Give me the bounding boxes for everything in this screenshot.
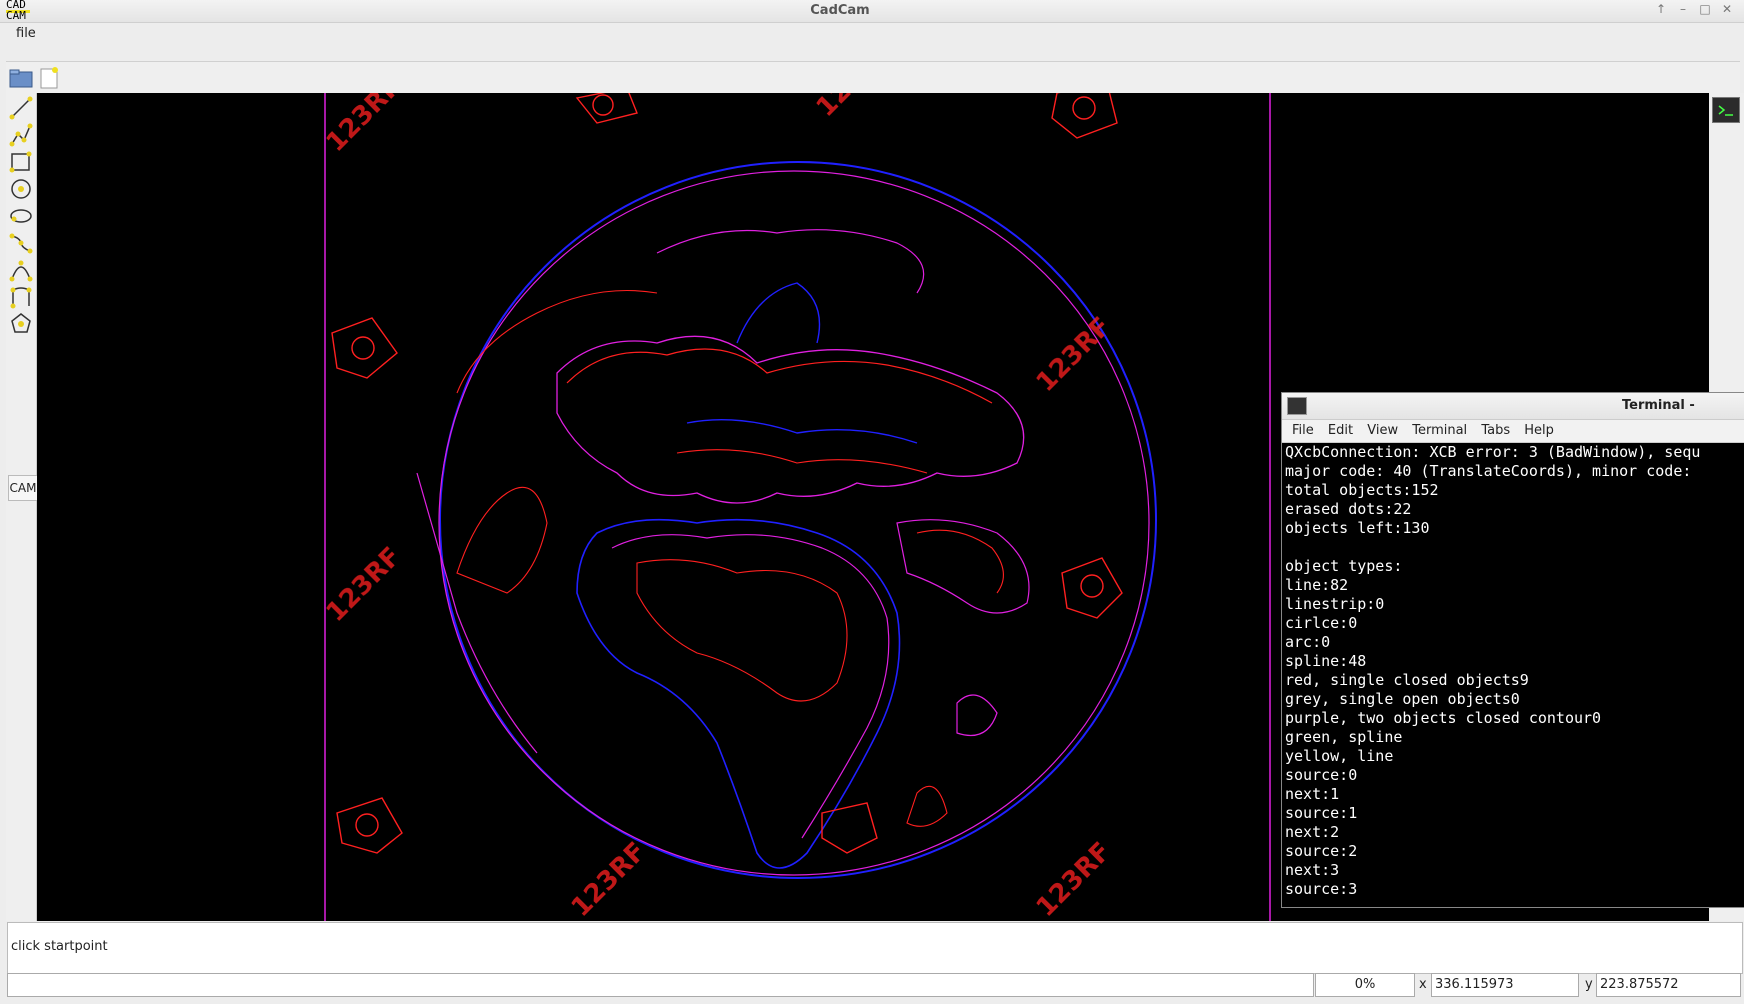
folder-open-icon[interactable] xyxy=(8,66,34,90)
terminal-line: source:2 xyxy=(1285,842,1358,860)
terminal-line: source:0 xyxy=(1285,766,1358,784)
window-controls: ↑ – □ ✕ xyxy=(1650,2,1738,16)
toolbar xyxy=(6,61,1740,94)
polyline-tool-icon[interactable] xyxy=(8,122,34,148)
terminal-menu-edit[interactable]: Edit xyxy=(1328,423,1353,438)
new-file-icon[interactable] xyxy=(36,66,62,90)
terminal-line: major code: 40 (TranslateCoords), minor … xyxy=(1285,462,1692,480)
terminal-title-bar[interactable]: Terminal - xyxy=(1282,393,1744,420)
terminal-line: source:1 xyxy=(1285,804,1358,822)
terminal-line: purple, two objects closed contour0 xyxy=(1285,709,1602,727)
terminal-line: yellow, line xyxy=(1285,747,1394,765)
rectangle-tool-icon[interactable] xyxy=(8,149,34,175)
minimize-icon[interactable]: – xyxy=(1672,2,1694,16)
y-label: y xyxy=(1585,977,1593,992)
terminal-line: next:1 xyxy=(1285,785,1340,803)
terminal-line: erased dots:22 xyxy=(1285,500,1412,518)
terminal-output[interactable]: QXcbConnection: XCB error: 3 (BadWindow)… xyxy=(1285,443,1744,905)
line-tool-icon[interactable] xyxy=(8,95,34,121)
terminal-app-icon xyxy=(1287,397,1307,415)
terminal-title: Terminal - xyxy=(1622,398,1695,413)
status-bar: 0% x 336.115973 y 223.875572 xyxy=(7,973,1741,999)
terminal-menu-tabs[interactable]: Tabs xyxy=(1481,423,1510,438)
terminal-line: QXcbConnection: XCB error: 3 (BadWindow)… xyxy=(1285,443,1701,461)
watermark-text: 123RF xyxy=(1031,312,1117,398)
terminal-line: source:3 xyxy=(1285,880,1358,898)
watermark-text: 123RF xyxy=(566,837,652,921)
progress-field: 0% xyxy=(1315,973,1415,997)
watermark-text: 123RF xyxy=(321,542,407,628)
x-coordinate-field[interactable]: 336.115973 xyxy=(1431,973,1579,997)
watermark-text: 123RF xyxy=(321,93,407,158)
terminal-line: arc:0 xyxy=(1285,633,1331,651)
terminal-line: line:82 xyxy=(1285,576,1349,594)
command-prompt-box[interactable]: click startpoint xyxy=(7,922,1743,974)
terminal-line: objects left:130 xyxy=(1285,519,1430,537)
drawing-tools-panel: CAM xyxy=(6,93,38,921)
terminal-line: total objects:152 xyxy=(1285,481,1439,499)
terminal-menu-file[interactable]: File xyxy=(1292,423,1314,438)
terminal-line: spline:48 xyxy=(1285,652,1367,670)
window-title: CadCam xyxy=(810,3,870,18)
terminal-line: linestrip:0 xyxy=(1285,595,1385,613)
terminal-line: next:2 xyxy=(1285,823,1340,841)
arc-tool-icon[interactable] xyxy=(8,284,34,310)
keep-above-icon[interactable]: ↑ xyxy=(1650,2,1672,16)
terminal-menu-terminal[interactable]: Terminal xyxy=(1412,423,1467,438)
command-prompt-text: click startpoint xyxy=(11,939,108,954)
menu-bar: file xyxy=(0,23,1744,45)
x-label: x xyxy=(1419,977,1427,992)
spline-tool-icon[interactable] xyxy=(8,230,34,256)
terminal-menu-view[interactable]: View xyxy=(1367,423,1398,438)
cam-button[interactable]: CAM xyxy=(8,475,38,501)
bezier-tool-icon[interactable] xyxy=(8,257,34,283)
ellipse-tool-icon[interactable] xyxy=(8,203,34,229)
terminal-window[interactable]: Terminal - File Edit View Terminal Tabs … xyxy=(1281,392,1744,908)
close-icon[interactable]: ✕ xyxy=(1716,2,1738,16)
watermark-text: 123RF xyxy=(811,93,897,123)
terminal-line: next:3 xyxy=(1285,861,1340,879)
status-message-field xyxy=(7,973,1314,997)
menu-file[interactable]: file xyxy=(16,26,36,41)
terminal-line: cirlce:0 xyxy=(1285,614,1358,632)
y-coordinate-field[interactable]: 223.875572 xyxy=(1596,973,1741,997)
terminal-line: grey, single open objects0 xyxy=(1285,690,1520,708)
terminal-menu-bar: File Edit View Terminal Tabs Help xyxy=(1282,420,1744,443)
maximize-icon[interactable]: □ xyxy=(1694,2,1716,16)
terminal-line: green, spline xyxy=(1285,728,1403,746)
circle-tool-icon[interactable] xyxy=(8,176,34,202)
terminal-icon[interactable] xyxy=(1712,97,1740,123)
terminal-menu-help[interactable]: Help xyxy=(1524,423,1554,438)
terminal-line: red, single closed objects9 xyxy=(1285,671,1529,689)
polygon-tool-icon[interactable] xyxy=(8,311,34,337)
terminal-line: object types: xyxy=(1285,557,1403,575)
watermark-text: 123RF xyxy=(1031,837,1117,921)
title-bar: CAD CAM CadCam ↑ – □ ✕ xyxy=(0,0,1744,23)
